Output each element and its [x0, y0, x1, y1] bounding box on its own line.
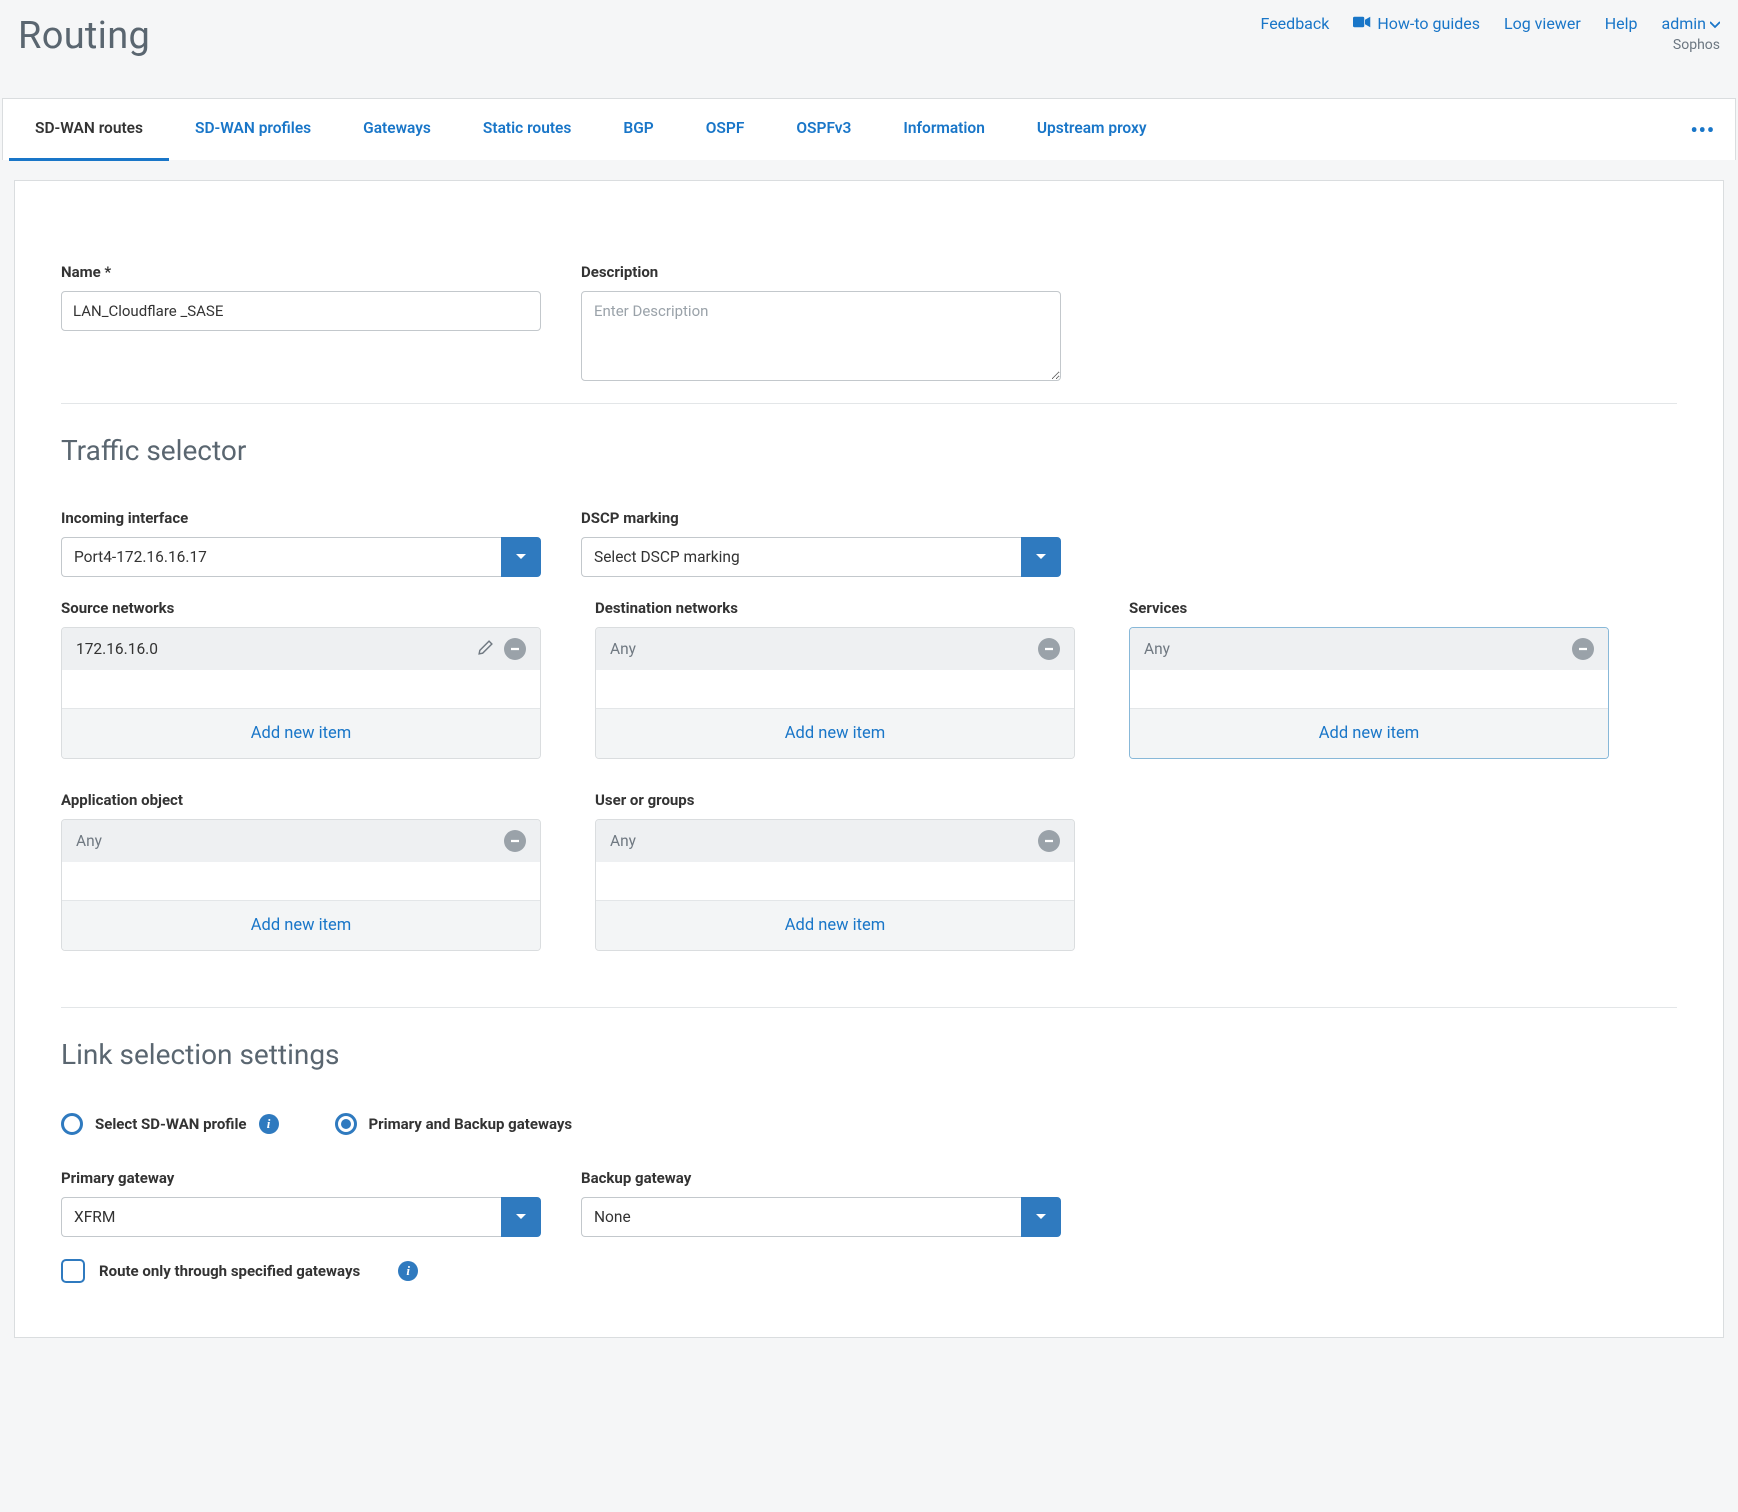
tab-information[interactable]: Information: [877, 99, 1010, 161]
route-only-label: Route only through specified gateways: [99, 1262, 360, 1280]
destination-networks-list: Any Add new item: [595, 627, 1075, 759]
tabs-bar: SD-WAN routes SD-WAN profiles Gateways S…: [2, 98, 1736, 160]
remove-icon[interactable]: [504, 638, 526, 660]
app-object-list: Any Add new item: [61, 819, 541, 951]
user-groups-list: Any Add new item: [595, 819, 1075, 951]
description-input[interactable]: [581, 291, 1061, 381]
route-only-checkbox[interactable]: [61, 1259, 85, 1283]
page-title: Routing: [18, 14, 150, 58]
chevron-down-icon: [1710, 14, 1720, 33]
source-networks-list: 172.16.16.0 Add new item: [61, 627, 541, 759]
backup-gateway-select[interactable]: None: [581, 1197, 1061, 1237]
dscp-label: DSCP marking: [581, 509, 1061, 527]
link-selection-title: Link selection settings: [61, 1038, 1677, 1071]
traffic-selector-title: Traffic selector: [61, 434, 1677, 467]
video-icon: [1353, 14, 1371, 33]
add-service-button[interactable]: Add new item: [1130, 708, 1608, 758]
chevron-down-icon[interactable]: [501, 1197, 541, 1237]
radio-icon: [61, 1113, 83, 1135]
remove-icon[interactable]: [504, 830, 526, 852]
add-user-group-button[interactable]: Add new item: [596, 900, 1074, 950]
dscp-select[interactable]: Select DSCP marking: [581, 537, 1061, 577]
chevron-down-icon[interactable]: [1021, 537, 1061, 577]
list-item: Any: [596, 820, 1074, 862]
source-networks-label: Source networks: [61, 599, 541, 617]
tab-gateways[interactable]: Gateways: [337, 99, 457, 161]
chevron-down-icon[interactable]: [501, 537, 541, 577]
brand-label: Sophos: [1673, 37, 1720, 53]
name-input[interactable]: [61, 291, 541, 331]
services-label: Services: [1129, 599, 1609, 617]
add-app-object-button[interactable]: Add new item: [62, 900, 540, 950]
tab-static-routes[interactable]: Static routes: [457, 99, 597, 161]
add-source-network-button[interactable]: Add new item: [62, 708, 540, 758]
chevron-down-icon[interactable]: [1021, 1197, 1061, 1237]
tab-sdwan-routes[interactable]: SD-WAN routes: [9, 99, 169, 161]
pencil-icon[interactable]: [477, 639, 494, 660]
logviewer-link[interactable]: Log viewer: [1504, 14, 1581, 33]
feedback-link[interactable]: Feedback: [1261, 14, 1330, 33]
radio-primary-backup[interactable]: Primary and Backup gateways: [335, 1113, 573, 1135]
remove-icon[interactable]: [1038, 830, 1060, 852]
primary-gateway-select[interactable]: XFRM: [61, 1197, 541, 1237]
name-label: Name *: [61, 263, 541, 281]
add-destination-network-button[interactable]: Add new item: [596, 708, 1074, 758]
tab-ospf[interactable]: OSPF: [680, 99, 771, 161]
incoming-interface-select[interactable]: Port4-172.16.16.17: [61, 537, 541, 577]
howto-link[interactable]: How-to guides: [1353, 14, 1480, 33]
info-icon[interactable]: i: [259, 1114, 279, 1134]
tab-upstream-proxy[interactable]: Upstream proxy: [1011, 99, 1173, 161]
user-groups-label: User or groups: [595, 791, 1075, 809]
primary-gateway-label: Primary gateway: [61, 1169, 541, 1187]
list-item: 172.16.16.0: [62, 628, 540, 670]
services-list: Any Add new item: [1129, 627, 1609, 759]
backup-gateway-label: Backup gateway: [581, 1169, 1061, 1187]
tab-ospfv3[interactable]: OSPFv3: [770, 99, 877, 161]
remove-icon[interactable]: [1038, 638, 1060, 660]
form-panel: Name * Description Traffic selector Inco…: [14, 180, 1724, 1338]
remove-icon[interactable]: [1572, 638, 1594, 660]
destination-networks-label: Destination networks: [595, 599, 1075, 617]
radio-select-profile[interactable]: Select SD-WAN profile i: [61, 1113, 279, 1135]
app-object-label: Application object: [61, 791, 541, 809]
list-item: Any: [1130, 628, 1608, 670]
tabs-more-icon[interactable]: •••: [1676, 118, 1729, 142]
description-label: Description: [581, 263, 1061, 281]
list-item: Any: [62, 820, 540, 862]
info-icon[interactable]: i: [398, 1261, 418, 1281]
radio-icon: [335, 1113, 357, 1135]
help-link[interactable]: Help: [1605, 14, 1638, 33]
incoming-interface-label: Incoming interface: [61, 509, 541, 527]
admin-menu[interactable]: admin: [1662, 14, 1720, 33]
list-item: Any: [596, 628, 1074, 670]
tab-sdwan-profiles[interactable]: SD-WAN profiles: [169, 99, 337, 161]
tab-bgp[interactable]: BGP: [597, 99, 679, 161]
